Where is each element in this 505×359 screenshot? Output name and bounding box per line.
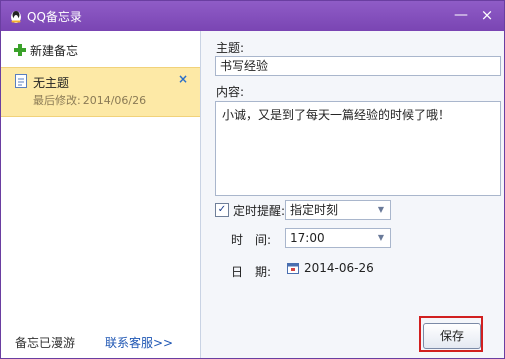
note-modified-date: 2014/06/26 xyxy=(82,94,147,107)
content-textarea[interactable]: 小诚，又是到了每天一篇经验的时候了哦！ xyxy=(215,101,501,196)
reminder-mode-value: 指定时刻 xyxy=(290,203,339,217)
date-label: 日 期: xyxy=(231,265,272,279)
close-button[interactable]: × xyxy=(478,6,496,24)
reminder-mode-select[interactable]: 指定时刻 ▼ xyxy=(285,200,391,220)
subject-label: 主题: xyxy=(216,41,245,55)
title-bar[interactable]: QQ备忘录 — × xyxy=(1,1,504,31)
note-modified: 最后修改: 2014/06/26 xyxy=(33,92,146,108)
subject-input[interactable]: 书写经验 xyxy=(215,56,501,76)
reminder-checkbox[interactable]: ✓ xyxy=(215,203,229,217)
memo-window: QQ备忘录 — × 新建备忘 无主题 最后修改: 2014/06/26 × 备忘已… xyxy=(0,0,505,359)
document-icon xyxy=(15,74,27,88)
sidebar: 新建备忘 无主题 最后修改: 2014/06/26 × 备忘已漫游 联系客服>> xyxy=(1,31,201,358)
date-value: 2014-06-26 xyxy=(304,261,374,275)
calendar-icon xyxy=(287,263,299,274)
reminder-row: ✓ 定时提醒: xyxy=(215,200,289,220)
save-button[interactable]: 保存 xyxy=(423,323,481,349)
editor-panel: 主题: 书写经验 内容: 小诚，又是到了每天一篇经验的时候了哦！ ✓ 定时提醒:… xyxy=(201,31,504,358)
delete-note-button[interactable]: × xyxy=(178,72,188,86)
window-title: QQ备忘录 xyxy=(27,10,82,24)
qq-penguin-icon xyxy=(11,11,21,23)
time-select[interactable]: 17:00 ▼ xyxy=(285,228,391,248)
minimize-button[interactable]: — xyxy=(452,6,470,24)
sidebar-footer: 备忘已漫游 联系客服>> xyxy=(1,326,200,358)
note-modified-label: 最后修改: xyxy=(33,94,81,107)
note-title: 无主题 xyxy=(33,76,70,90)
dropdown-arrow-icon: ▼ xyxy=(377,205,384,214)
reminder-label: 定时提醒: xyxy=(233,203,286,218)
note-list-item[interactable]: 无主题 最后修改: 2014/06/26 × xyxy=(1,67,200,117)
contact-support-link[interactable]: 联系客服>> xyxy=(105,334,173,351)
new-note-label: 新建备忘 xyxy=(30,43,79,58)
dropdown-arrow-icon: ▼ xyxy=(377,233,384,242)
time-value: 17:00 xyxy=(290,231,325,245)
plus-icon xyxy=(14,44,26,56)
content-label: 内容: xyxy=(216,85,245,99)
date-picker[interactable]: 2014-06-26 xyxy=(287,261,374,275)
roaming-status: 备忘已漫游 xyxy=(15,336,76,350)
time-label: 时 间: xyxy=(231,233,272,247)
new-note-button[interactable]: 新建备忘 xyxy=(13,41,78,59)
